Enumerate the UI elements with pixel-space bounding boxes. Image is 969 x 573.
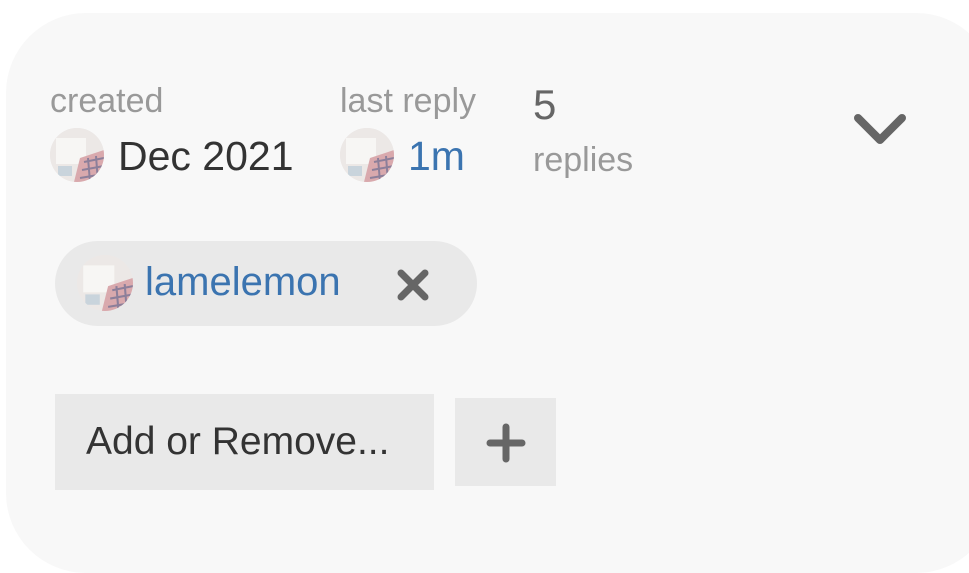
add-or-remove-button[interactable]: Add or Remove...: [55, 394, 434, 490]
replies-label: replies: [533, 141, 634, 179]
last-reply-time[interactable]: 1m: [408, 136, 465, 177]
created-label: created: [50, 82, 164, 120]
participant-username[interactable]: lamelemon: [145, 262, 341, 302]
participant-avatar: [77, 255, 133, 311]
last-reply-label: last reply: [340, 82, 477, 120]
add-button[interactable]: [455, 398, 556, 486]
last-poster-avatar[interactable]: [340, 128, 394, 182]
close-icon[interactable]: [393, 265, 433, 305]
participant-chip[interactable]: lamelemon: [55, 241, 477, 326]
chevron-down-icon[interactable]: [852, 110, 908, 152]
creator-avatar[interactable]: [50, 128, 104, 182]
created-date[interactable]: Dec 2021: [118, 136, 294, 177]
plus-icon: [486, 423, 526, 463]
replies-count: 5: [533, 81, 557, 128]
